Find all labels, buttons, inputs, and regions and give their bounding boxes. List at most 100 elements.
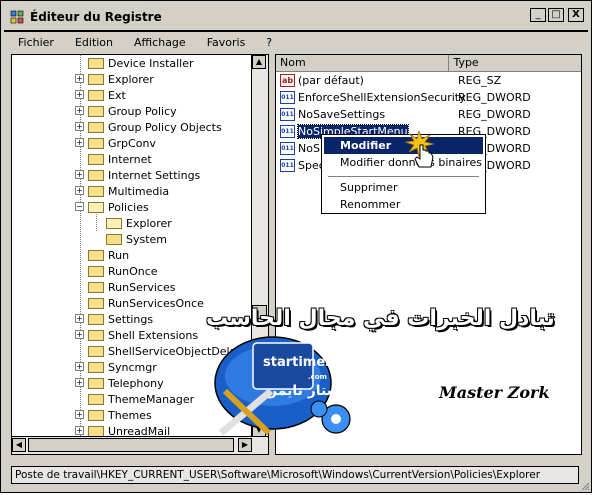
menu-bar: Fichier Edition Affichage Favoris ?: [4, 33, 588, 51]
folder-icon: [88, 249, 104, 261]
close-button[interactable]: X: [568, 8, 584, 22]
menu-help[interactable]: ?: [252, 36, 279, 49]
registry-app-icon: [10, 10, 24, 24]
column-header-type[interactable]: Type: [449, 55, 581, 71]
tree-item[interactable]: Run: [88, 247, 129, 263]
signature: Master Zork: [439, 383, 550, 402]
expand-icon[interactable]: +: [75, 138, 84, 147]
menu-affichage[interactable]: Affichage: [120, 36, 193, 49]
context-menu-modifier-binary[interactable]: Modifier données binaires: [324, 154, 483, 171]
tree-item[interactable]: Internet: [88, 151, 152, 167]
tree-item-label: Shell Extensions: [108, 328, 199, 342]
registry-editor-window: Éditeur du Registre _ □ X Fichier Editio…: [0, 0, 592, 493]
tree-item[interactable]: RunServices: [88, 279, 175, 295]
expand-icon[interactable]: +: [75, 362, 84, 371]
resize-grip-icon[interactable]: [580, 481, 590, 491]
expand-icon[interactable]: +: [75, 426, 84, 435]
binary-value-icon: 011: [280, 142, 295, 155]
value-row[interactable]: 011 NoSaveSettings REG_DWORD: [280, 106, 531, 123]
collapse-icon[interactable]: −: [75, 202, 84, 211]
expand-icon[interactable]: +: [75, 90, 84, 99]
tree-item-label: Device Installer: [108, 56, 194, 70]
tree-item[interactable]: Device Installer: [88, 55, 194, 71]
tree-item-label: Group Policy: [108, 104, 177, 118]
tree-item[interactable]: + Telephony: [75, 375, 164, 391]
expand-icon[interactable]: +: [75, 378, 84, 387]
string-value-icon: ab: [280, 74, 295, 87]
tree-item-label: Internet Settings: [108, 168, 201, 182]
tree-item[interactable]: + Group Policy: [75, 103, 177, 119]
value-name: (par défaut): [298, 74, 364, 87]
folder-icon: [88, 345, 104, 357]
title-bar[interactable]: Éditeur du Registre _ □ X: [4, 4, 588, 32]
folder-icon: [88, 185, 104, 197]
scroll-left-arrow-icon[interactable]: ◀: [12, 438, 26, 452]
tree-item[interactable]: + Internet Settings: [75, 167, 201, 183]
maximize-button[interactable]: □: [548, 8, 564, 22]
tree-item-label: Explorer: [108, 72, 154, 86]
column-header-name[interactable]: Nom: [276, 55, 450, 71]
value-row[interactable]: ab (par défaut) REG_SZ: [280, 72, 501, 89]
logo-line-3: ستار تايمز: [269, 383, 341, 399]
folder-icon: [88, 377, 104, 389]
value-type: REG_DWORD: [458, 108, 531, 121]
menu-fichier[interactable]: Fichier: [4, 36, 61, 49]
tree-item[interactable]: + Themes: [75, 407, 152, 423]
scroll-up-arrow-icon[interactable]: ▲: [252, 55, 266, 69]
tree-item[interactable]: + Ext: [75, 87, 126, 103]
tree-item[interactable]: Explorer: [106, 215, 172, 231]
expand-icon[interactable]: +: [75, 122, 84, 131]
context-menu-renommer[interactable]: Renommer: [324, 196, 483, 213]
tree-item-label: Themes: [108, 408, 152, 422]
value-name: EnforceShellExtensionSecurity: [298, 91, 466, 104]
tree-item-label: Internet: [108, 152, 152, 166]
expand-icon[interactable]: +: [75, 314, 84, 323]
expand-icon[interactable]: +: [75, 106, 84, 115]
context-menu-supprimer[interactable]: Supprimer: [324, 179, 483, 196]
tree-item[interactable]: System: [106, 231, 167, 247]
binary-value-icon: 011: [280, 159, 295, 172]
tree-item[interactable]: + Group Policy Objects: [75, 119, 222, 135]
tree-item[interactable]: + GrpConv: [75, 135, 156, 151]
menu-favoris[interactable]: Favoris: [193, 36, 253, 49]
value-row[interactable]: 011 EnforceShellExtensionSecurity REG_DWOR…: [280, 89, 531, 106]
folder-open-icon: [88, 201, 104, 213]
folder-icon: [88, 361, 104, 373]
folder-icon: [88, 105, 104, 117]
folder-icon: [88, 73, 104, 85]
tree-item[interactable]: ThemeManager: [88, 391, 194, 407]
list-header: Nom Type: [276, 55, 581, 72]
tree-item[interactable]: RunServicesOnce: [88, 295, 204, 311]
minimize-button[interactable]: _: [530, 8, 546, 22]
folder-icon: [88, 137, 104, 149]
tree-item-label: Multimedia: [108, 184, 170, 198]
folder-open-icon: [106, 217, 122, 229]
tree-hscroll-thumb[interactable]: [28, 438, 234, 452]
binary-value-icon: 011: [280, 125, 295, 138]
expand-icon[interactable]: +: [75, 410, 84, 419]
tree-item[interactable]: + Shell Extensions: [75, 327, 199, 343]
expand-icon[interactable]: +: [75, 170, 84, 179]
context-menu-modifier[interactable]: Modifier: [324, 137, 483, 154]
tree-item-label: Telephony: [108, 376, 164, 390]
tree-item[interactable]: + Multimedia: [75, 183, 170, 199]
tree-item[interactable]: + Syncmgr: [75, 359, 157, 375]
expand-icon[interactable]: +: [75, 74, 84, 83]
tree-item[interactable]: + Explorer: [75, 71, 154, 87]
window-title: Éditeur du Registre: [30, 10, 162, 24]
hand-cursor-icon: [405, 131, 435, 168]
expand-icon[interactable]: +: [75, 330, 84, 339]
folder-icon: [88, 57, 104, 69]
tree-item[interactable]: RunOnce: [88, 263, 158, 279]
tree-item[interactable]: − Policies: [75, 199, 149, 215]
expand-icon[interactable]: +: [75, 186, 84, 195]
tree-item-label: Ext: [108, 88, 126, 102]
folder-icon: [88, 313, 104, 325]
folder-icon: [88, 281, 104, 293]
context-menu-separator: [328, 176, 479, 177]
tree-item-label: ThemeManager: [108, 392, 195, 406]
value-type: REG_DWORD: [458, 91, 531, 104]
tree-item[interactable]: + Settings: [75, 311, 153, 327]
folder-icon: [88, 409, 104, 421]
menu-edition[interactable]: Edition: [61, 36, 120, 49]
